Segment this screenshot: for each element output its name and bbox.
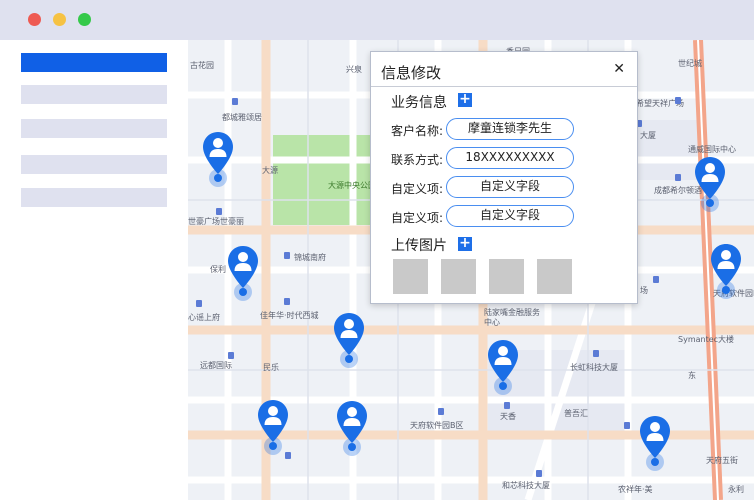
maximize-window-button[interactable]	[78, 13, 91, 26]
building-icon	[196, 300, 202, 307]
app-window: 古花园 都城雅颂居 兴泉 世纪城 东方希望天祥广场 大源 大源中央公园 世豪广场…	[0, 0, 754, 500]
field-label-custom-1: 自定义项:	[391, 182, 444, 196]
building-icon	[675, 174, 681, 181]
location-pin-icon[interactable]	[256, 398, 290, 456]
sidebar	[0, 40, 188, 500]
custom-field-1[interactable]: 自定义字段	[446, 176, 574, 198]
location-pin-icon[interactable]	[335, 399, 369, 457]
map-label: 东	[688, 371, 696, 380]
image-upload-slot[interactable]	[441, 259, 476, 294]
customer-name-field[interactable]: 摩童连锁李先生	[446, 118, 574, 140]
location-pin-icon[interactable]	[486, 338, 520, 396]
building-icon	[624, 422, 630, 429]
image-upload-slot[interactable]	[489, 259, 524, 294]
map-label: 永利	[728, 485, 744, 494]
dialog-title: 信息修改	[381, 64, 442, 82]
map-label: 陆家嘴金融服务中心	[484, 308, 540, 327]
custom-field-2[interactable]: 自定义字段	[446, 205, 574, 227]
map-label: 远都国际	[200, 361, 232, 370]
building-icon	[438, 408, 444, 415]
sidebar-item-3[interactable]	[21, 119, 167, 138]
map-label: 天府五街	[706, 456, 738, 465]
title-bar	[0, 0, 754, 40]
building-icon	[536, 470, 542, 477]
location-pin-icon[interactable]	[638, 414, 672, 472]
add-business-field-icon[interactable]: +	[458, 92, 472, 107]
sidebar-item-2[interactable]	[21, 85, 167, 104]
building-icon	[504, 402, 510, 409]
image-upload-slot[interactable]	[393, 259, 428, 294]
map-label: 大厦	[640, 131, 656, 140]
location-pin-icon[interactable]	[709, 242, 743, 300]
sidebar-item-5[interactable]	[21, 188, 167, 207]
map-label: 普吾汇	[564, 409, 588, 418]
add-image-icon[interactable]: +	[458, 236, 472, 251]
sidebar-item-1[interactable]	[21, 53, 167, 72]
building-icon	[284, 252, 290, 259]
building-icon	[228, 352, 234, 359]
map-label: 和芯科技大厦	[502, 481, 550, 490]
info-edit-dialog: 信息修改 ✕ 业务信息 + 客户名称: 摩童连锁李先生 联系方式: 18XXXX…	[370, 51, 638, 304]
map-label: 大源中央公园	[328, 181, 376, 190]
dialog-divider	[371, 86, 637, 87]
map-label: 都城雅颂居	[222, 113, 262, 122]
map-label: 天香	[500, 412, 516, 421]
building-icon	[593, 350, 599, 357]
location-pin-icon[interactable]	[332, 311, 366, 369]
map-label: 民乐	[263, 363, 279, 372]
map-label: Symantec大楼	[678, 335, 735, 344]
map-label: 古花园	[190, 61, 214, 70]
building-icon	[284, 298, 290, 305]
map-label: 大源	[262, 166, 278, 175]
map-label: 保利	[210, 265, 226, 274]
image-upload-slot[interactable]	[537, 259, 572, 294]
map-label: 兴泉	[346, 65, 362, 74]
location-pin-icon[interactable]	[226, 244, 260, 302]
map-label: 锦城南府	[294, 253, 326, 262]
building-icon	[675, 97, 681, 104]
close-window-button[interactable]	[28, 13, 41, 26]
map-label: 世豪广场世豪丽	[188, 217, 244, 226]
map-label: 长虹科技大厦	[570, 363, 618, 372]
map-label: 佳年华·时代西城	[260, 311, 319, 320]
location-pin-icon[interactable]	[201, 130, 235, 188]
building-icon	[232, 98, 238, 105]
map-label: 农祥年·美	[618, 485, 653, 494]
building-icon	[653, 276, 659, 283]
section-business-title: 业务信息	[391, 95, 447, 111]
map-label: 场	[640, 286, 648, 295]
section-upload-title: 上传图片	[391, 238, 447, 254]
map-label: 心谣上府	[188, 313, 220, 322]
field-label-custom-2: 自定义项:	[391, 211, 444, 225]
close-icon[interactable]: ✕	[613, 61, 625, 77]
location-pin-icon[interactable]	[693, 155, 727, 213]
map-label: 通威国际中心	[688, 145, 736, 154]
building-icon	[216, 208, 222, 215]
map-label: 世纪城	[678, 59, 702, 68]
map-label: 天府软件园B区	[410, 421, 464, 430]
field-label-customer-name: 客户名称:	[391, 124, 444, 138]
sidebar-item-4[interactable]	[21, 155, 167, 174]
minimize-window-button[interactable]	[53, 13, 66, 26]
contact-field[interactable]: 18XXXXXXXXX	[446, 147, 574, 169]
field-label-contact: 联系方式:	[391, 153, 444, 167]
